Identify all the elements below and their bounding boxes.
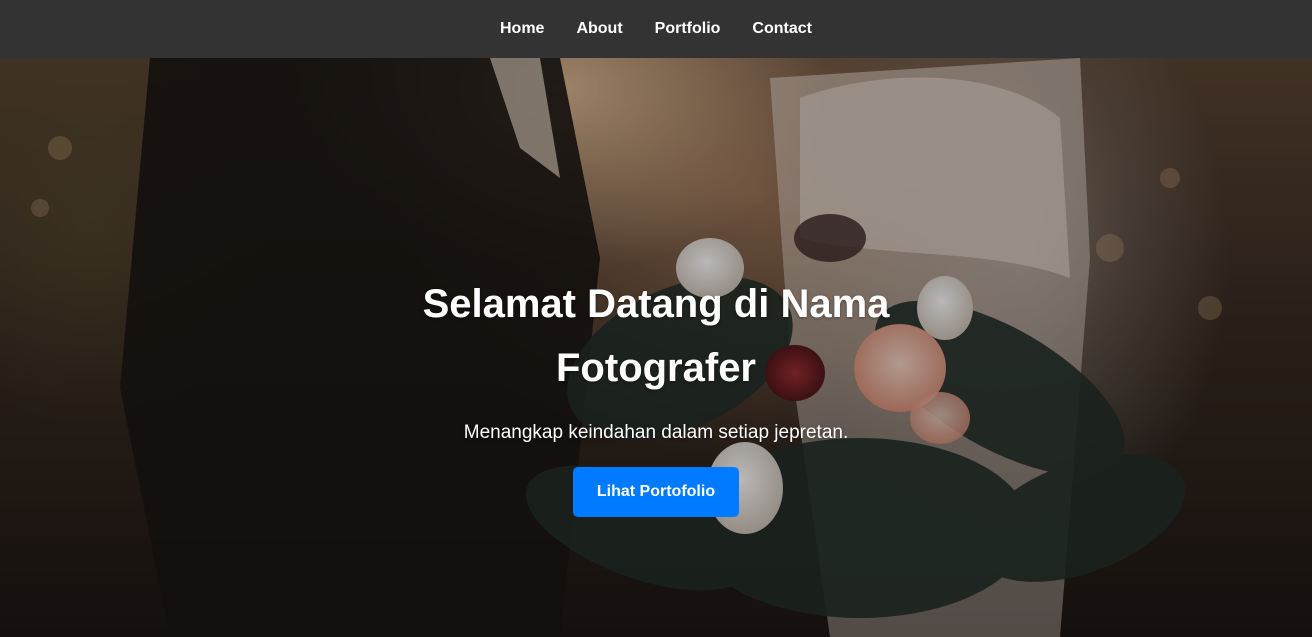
nav-link-contact[interactable]: Contact — [752, 20, 812, 37]
top-navbar: Home About Portfolio Contact — [0, 0, 1312, 58]
nav-item-about: About — [576, 20, 622, 38]
nav-item-portfolio: Portfolio — [655, 20, 721, 38]
nav-item-home: Home — [500, 20, 544, 38]
nav-link-home[interactable]: Home — [500, 20, 544, 37]
view-portfolio-button[interactable]: Lihat Portofolio — [572, 467, 740, 517]
hero-content: Selamat Datang di Nama Fotografer Menang… — [0, 272, 1312, 517]
nav-item-contact: Contact — [752, 20, 812, 38]
hero-title: Selamat Datang di Nama Fotografer — [422, 282, 890, 390]
nav-menu: Home About Portfolio Contact — [500, 20, 812, 38]
nav-link-portfolio[interactable]: Portfolio — [655, 20, 721, 37]
hero-subtitle: Menangkap keindahan dalam setiap jepreta… — [463, 422, 849, 443]
hero-section: Selamat Datang di Nama Fotografer Menang… — [0, 58, 1312, 637]
nav-link-about[interactable]: About — [576, 20, 622, 37]
